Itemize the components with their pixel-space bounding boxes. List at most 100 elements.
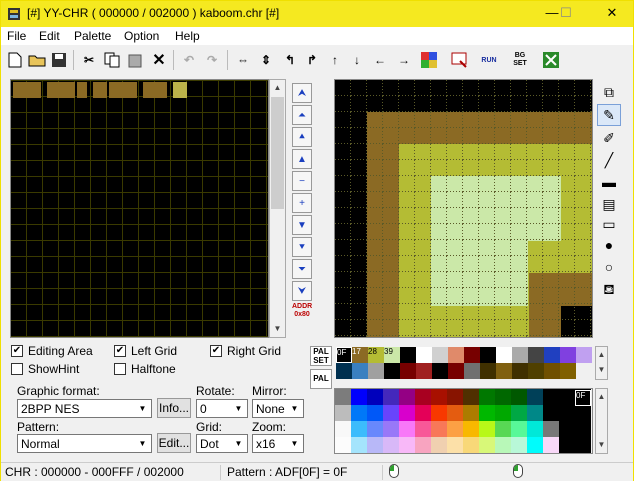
palette-slot[interactable] [528,363,544,379]
rotate-left-icon[interactable]: ↰ [280,50,300,70]
palette-slot[interactable] [464,347,480,363]
chr-scrollbar[interactable]: ▲ ▼ [269,79,286,338]
master-palette-cell[interactable] [527,421,543,437]
master-palette-cell[interactable] [351,389,367,405]
master-palette-cell[interactable] [575,421,591,437]
page-up-button[interactable]: ⯅ [292,127,312,147]
bg-set-icon[interactable]: BG SET [509,50,531,70]
shift-up-icon[interactable]: ↑ [325,50,345,70]
master-palette-cell[interactable] [431,389,447,405]
palette-slot[interactable] [480,363,496,379]
menu-palette[interactable]: Palette [74,29,111,43]
master-palette-cell[interactable] [335,389,351,405]
palette-strip[interactable]: 0F 17 28 39 [334,346,594,380]
select-tool-icon[interactable]: ⧉ [597,81,621,103]
master-palette-cell[interactable] [399,405,415,421]
palette-slot[interactable] [448,347,464,363]
pattern-select[interactable]: Normal ▼ [17,434,152,453]
scroll-down-arrow-icon[interactable]: ▼ [596,362,607,379]
palette-slot[interactable] [512,347,528,363]
edit-pattern-button[interactable]: Edit... [157,433,191,453]
delete-icon[interactable]: ✕ [149,50,169,70]
new-icon[interactable] [5,50,25,70]
master-palette-cell[interactable] [415,389,431,405]
master-palette-cell[interactable] [543,437,559,453]
shift-right-icon[interactable]: → [394,50,414,70]
master-palette-cell[interactable] [559,389,575,405]
master-palette-cell[interactable] [479,421,495,437]
master-palette-cell[interactable] [559,437,575,453]
checkbox-box[interactable] [114,363,126,375]
master-palette-cell[interactable] [527,389,543,405]
master-palette-cell[interactable] [511,389,527,405]
rotate-right-icon[interactable]: ↱ [302,50,322,70]
master-palette-cell[interactable] [351,421,367,437]
palette-slot[interactable] [560,363,576,379]
master-palette-cell[interactable] [463,405,479,421]
master-palette-cell[interactable] [383,421,399,437]
page-down-button[interactable]: ⯆ [292,237,312,257]
menu-edit[interactable]: Edit [39,29,60,43]
maximize-button[interactable]: ☐ [551,5,581,23]
master-palette-cell[interactable] [351,405,367,421]
byte-minus-button[interactable]: − [292,171,312,191]
master-palette-cell[interactable] [527,437,543,453]
plugin-icon[interactable] [541,50,561,70]
run-icon[interactable]: RUN [479,50,499,70]
scroll-thumb[interactable] [271,97,284,209]
brush-tool-icon[interactable]: ✐ [597,127,621,149]
checkbox-box[interactable]: ✔ [210,345,222,357]
master-palette-cell[interactable] [351,437,367,453]
master-palette-cell[interactable] [463,437,479,453]
pal-set-button[interactable]: PAL SET [310,346,332,366]
filled-circle-tool-icon[interactable]: ● [597,234,621,256]
page-top-button[interactable]: ⮝ [292,83,312,103]
master-palette-cell[interactable] [511,437,527,453]
master-palette-cell[interactable] [383,405,399,421]
master-palette-cell[interactable] [511,421,527,437]
master-palette-cell[interactable] [559,421,575,437]
master-palette-cell[interactable] [479,389,495,405]
master-palette-scrollbar[interactable]: ▲ ▼ [595,388,608,454]
undo-icon[interactable]: ↶ [179,50,199,70]
pal-button[interactable]: PAL [310,369,332,389]
master-palette-cell[interactable] [447,405,463,421]
master-palette-cell[interactable] [447,389,463,405]
palette-slot[interactable] [496,347,512,363]
palette-slot[interactable] [560,347,576,363]
show-hint-checkbox[interactable]: ShowHint [11,362,79,376]
master-palette-cell[interactable] [559,405,575,421]
byte-plus-button[interactable]: + [292,193,312,213]
master-palette-cell[interactable] [415,437,431,453]
editing-area-checkbox[interactable]: ✔ Editing Area [11,344,93,358]
paste-icon[interactable] [125,50,145,70]
save-icon[interactable] [49,50,69,70]
master-palette-cell[interactable] [399,437,415,453]
page-down-fast-button[interactable]: ⏷ [292,259,312,279]
master-palette-cell[interactable] [479,437,495,453]
master-palette-cell[interactable] [383,389,399,405]
left-grid-checkbox[interactable]: ✔ Left Grid [114,344,177,358]
master-palette-cell[interactable] [447,437,463,453]
master-palette-cell[interactable] [543,389,559,405]
master-palette-cell[interactable] [335,437,351,453]
menu-option[interactable]: Option [124,29,159,43]
flip-horizontal-icon[interactable]: ⇔ [233,50,253,70]
filled-rect-tool-icon[interactable]: ▬ [597,171,621,193]
copy-icon[interactable] [102,50,122,70]
master-palette-cell[interactable] [543,421,559,437]
master-palette-cell[interactable] [447,421,463,437]
palette-slot[interactable] [352,363,368,379]
master-palette-cell[interactable] [431,405,447,421]
master-palette[interactable]: 0F [334,388,593,454]
master-palette-cell[interactable] [463,421,479,437]
palette-slot[interactable] [496,363,512,379]
palette-slot[interactable] [480,347,496,363]
palette-strip-scrollbar[interactable]: ▲ ▼ [595,346,608,380]
master-palette-cell[interactable] [367,437,383,453]
checkbox-box[interactable] [11,363,23,375]
rect-tool-icon[interactable]: ▭ [597,213,621,235]
master-palette-cell[interactable] [495,389,511,405]
master-palette-cell[interactable] [399,421,415,437]
master-palette-cell[interactable] [575,437,591,453]
